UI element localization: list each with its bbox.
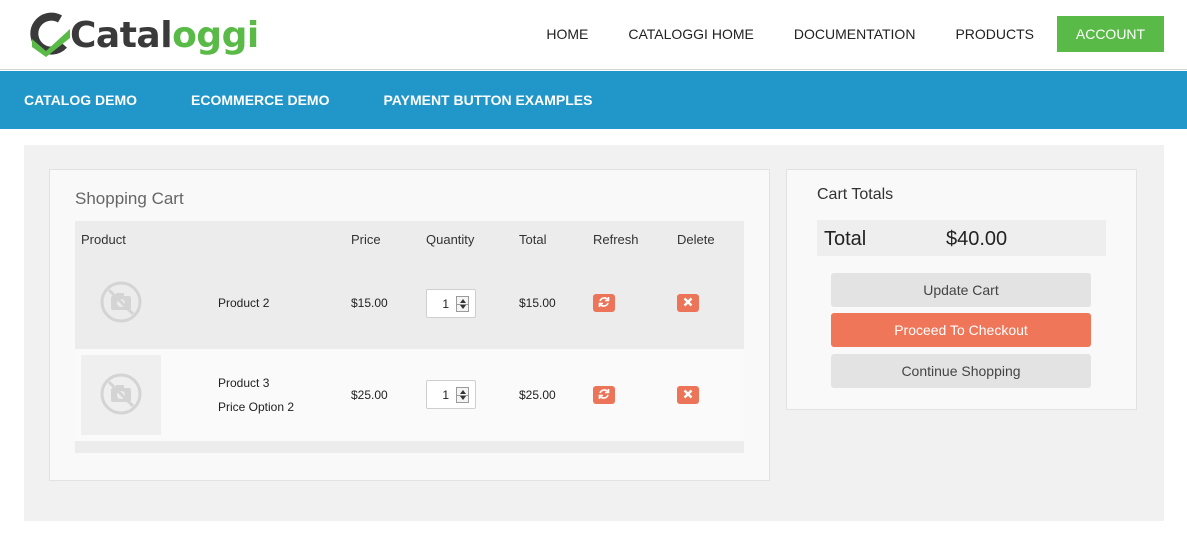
col-price: Price: [351, 232, 381, 247]
product-option: Price Option 2: [218, 400, 295, 414]
logo-arrow-icon: [30, 11, 74, 57]
total-label: Total: [824, 228, 867, 250]
delete-button[interactable]: [677, 386, 699, 404]
spinner-icon[interactable]: [456, 387, 469, 403]
shopping-cart-panel: Shopping Cart Product Price Quantity Tot…: [49, 169, 770, 481]
col-total: Total: [519, 232, 547, 247]
cart-title: Shopping Cart: [75, 189, 184, 208]
cart-totals-panel: Cart Totals Total $40.00 Update Cart Pro…: [786, 169, 1137, 410]
delete-icon: [683, 296, 693, 310]
col-refresh: Refresh: [593, 232, 639, 247]
cataloggi-logo[interactable]: Cataloggi: [30, 8, 259, 60]
nav-home[interactable]: HOME: [526, 16, 608, 52]
refresh-icon: [598, 296, 610, 311]
update-cart-button[interactable]: Update Cart: [831, 273, 1091, 307]
quantity-stepper[interactable]: 1: [426, 380, 476, 409]
top-navigation: HOME CATALOGGI HOME DOCUMENTATION PRODUC…: [526, 16, 1164, 52]
refresh-icon: [598, 388, 610, 403]
logo-text: Cataloggi: [70, 18, 259, 54]
product-price: $15.00: [351, 296, 388, 310]
total-row: Total $40.00: [817, 220, 1106, 256]
site-header: Cataloggi HOME CATALOGGI HOME DOCUMENTAT…: [0, 0, 1187, 70]
cart-table: Product Price Quantity Total Refresh Del…: [75, 221, 744, 453]
quantity-value: 1: [442, 388, 449, 402]
table-row: Product 3 Price Option 2 $25.00 1 $25.00: [75, 349, 744, 441]
nav-cataloggi-home[interactable]: CATALOGGI HOME: [608, 16, 774, 52]
product-price: $25.00: [351, 388, 388, 402]
spinner-icon[interactable]: [456, 296, 469, 312]
subnav-catalog-demo[interactable]: CATALOG DEMO: [24, 92, 137, 108]
continue-shopping-button[interactable]: Continue Shopping: [831, 354, 1091, 388]
refresh-button[interactable]: [593, 386, 615, 404]
col-product: Product: [81, 232, 126, 247]
subnav-ecommerce-demo[interactable]: ECOMMERCE DEMO: [191, 92, 329, 108]
nav-documentation[interactable]: DOCUMENTATION: [774, 16, 936, 52]
product-name[interactable]: Product 3: [218, 376, 269, 390]
nav-products[interactable]: PRODUCTS: [935, 16, 1054, 52]
refresh-button[interactable]: [593, 294, 615, 312]
col-quantity: Quantity: [426, 232, 475, 247]
logo-text-dark: Catal: [70, 15, 173, 56]
col-delete: Delete: [677, 232, 715, 247]
content-area: Shopping Cart Product Price Quantity Tot…: [24, 145, 1164, 521]
totals-title: Cart Totals: [817, 186, 894, 203]
quantity-stepper[interactable]: 1: [426, 289, 476, 318]
product-name[interactable]: Product 2: [218, 296, 269, 310]
proceed-to-checkout-button[interactable]: Proceed To Checkout: [831, 313, 1091, 347]
cart-table-header: Product Price Quantity Total Refresh Del…: [75, 221, 744, 257]
product-thumbnail[interactable]: [81, 355, 161, 435]
total-value: $40.00: [946, 228, 1008, 250]
no-image-icon: [100, 373, 142, 418]
delete-icon: [683, 388, 693, 402]
product-thumbnail[interactable]: [81, 263, 161, 343]
row-total: $25.00: [519, 388, 556, 402]
subnav-payment-button-examples[interactable]: PAYMENT BUTTON EXAMPLES: [383, 92, 592, 108]
demo-navigation: CATALOG DEMO ECOMMERCE DEMO PAYMENT BUTT…: [0, 71, 1187, 129]
cart-table-footer: [75, 441, 744, 453]
no-image-icon: [100, 281, 142, 326]
table-row: Product 2 $15.00 1 $15.00: [75, 257, 744, 349]
account-button[interactable]: ACCOUNT: [1057, 16, 1164, 52]
row-total: $15.00: [519, 296, 556, 310]
quantity-value: 1: [442, 297, 449, 311]
delete-button[interactable]: [677, 294, 699, 312]
logo-text-green: oggi: [172, 15, 259, 56]
